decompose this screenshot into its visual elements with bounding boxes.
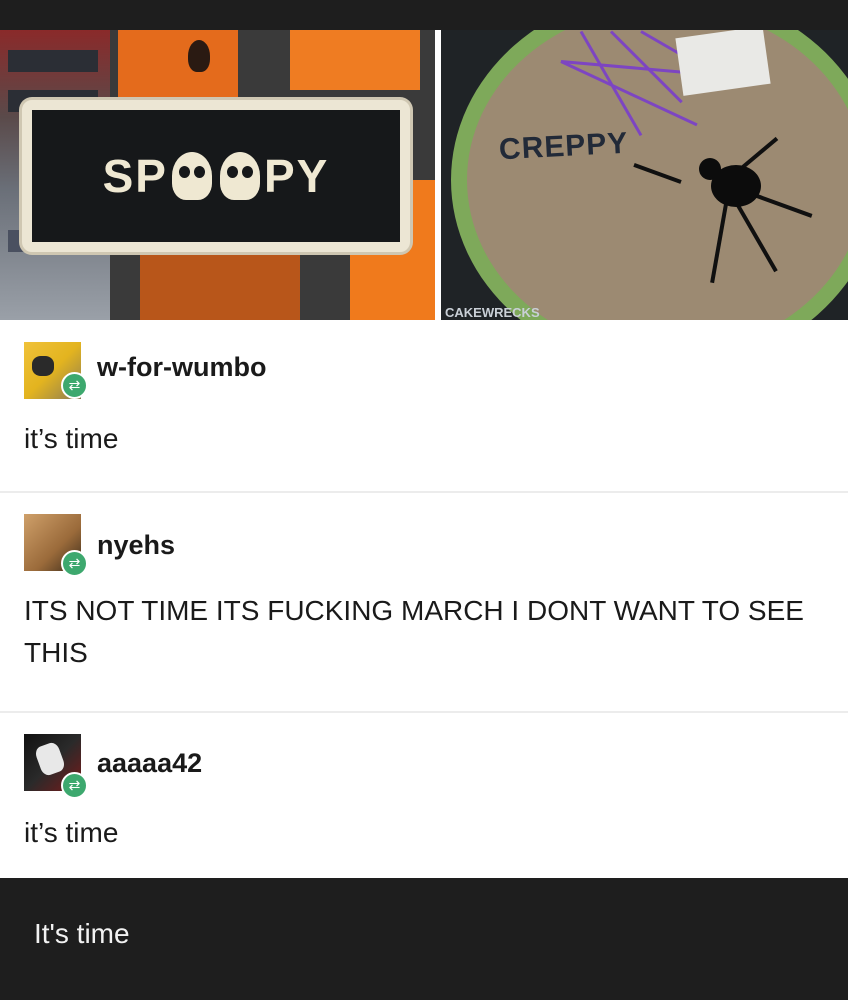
cake <box>451 30 848 320</box>
skull-icon <box>172 152 212 200</box>
reblog-icon: ⇄ <box>61 772 88 799</box>
cake-text: CREPPY <box>498 126 630 167</box>
username[interactable]: nyehs <box>97 530 175 561</box>
cake-image[interactable]: CREPPY CAKEWRECKS <box>441 30 848 320</box>
sign-text-end: PY <box>264 150 330 202</box>
decor-orange <box>290 30 420 90</box>
skull-icon <box>220 152 260 200</box>
reblog-icon: ⇄ <box>61 372 88 399</box>
caption-bar: It's time <box>0 878 848 1000</box>
owl-icon <box>188 40 210 72</box>
tumblr-post: SP PY CREPPY CAKEWRECKS ⇄ w-for-wumbo it… <box>0 30 848 878</box>
divider <box>0 711 848 713</box>
decor-orange <box>118 30 238 110</box>
spooky-sign: SP PY <box>22 100 410 252</box>
comment-text: it’s time <box>24 817 119 848</box>
comment-text: it’s time <box>24 423 119 454</box>
reblog-icon: ⇄ <box>61 550 88 577</box>
spider-icon <box>711 165 761 207</box>
watermark: CAKEWRECKS <box>445 305 540 320</box>
username[interactable]: w-for-wumbo <box>97 352 266 383</box>
sign-text-start: SP <box>102 150 168 202</box>
comment-text: ITS NOT TIME ITS FUCKING MARCH I DONT WA… <box>24 595 804 668</box>
top-bar <box>0 0 848 30</box>
divider <box>0 491 848 493</box>
spooky-sign-image[interactable]: SP PY <box>0 30 435 320</box>
sign-text: SP PY <box>32 110 400 242</box>
caption-text: It's time <box>34 918 130 949</box>
username[interactable]: aaaaa42 <box>97 748 202 779</box>
